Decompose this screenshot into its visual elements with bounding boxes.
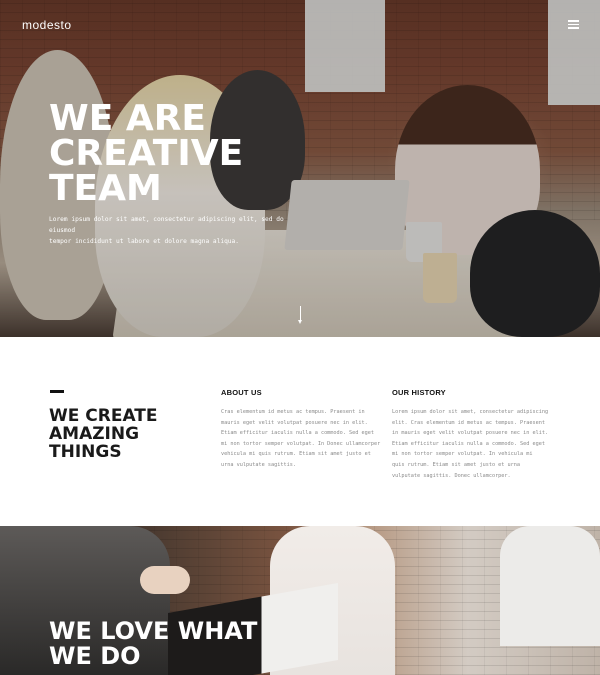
about-us-column: ABOUT US Cras elementum id metus ac temp… [221,388,381,471]
hero-title: WE ARE CREATIVE TEAM [49,98,244,209]
hero-subtitle: Lorem ipsum dolor sit amet, consectetur … [49,216,284,245]
about-section: WE CREATE AMAZING THINGS ABOUT US Cras e… [0,337,600,526]
love-heading: WE LOVE WHAT WE DO [49,617,258,670]
our-history-text: Lorem ipsum dolor sit amet, consectetur … [392,409,549,479]
section-divider [50,390,64,393]
about-us-heading: ABOUT US [221,388,262,397]
hand-image [140,566,190,594]
arrow-down-icon[interactable] [298,306,302,326]
hero-section: modesto WE ARE CREATIVE TEAM Lorem ipsum… [0,0,600,337]
love-section: WE LOVE WHAT WE DO [0,526,600,675]
about-heading: WE CREATE AMAZING THINGS [49,406,158,462]
our-history-column: OUR HISTORY Lorem ipsum dolor sit amet, … [392,388,552,481]
site-logo[interactable]: modesto [22,18,72,32]
person-image [500,526,600,646]
about-us-text: Cras elementum id metus ac tempus. Praes… [221,409,381,468]
hamburger-menu-icon[interactable] [568,20,579,29]
our-history-heading: OUR HISTORY [392,388,446,397]
